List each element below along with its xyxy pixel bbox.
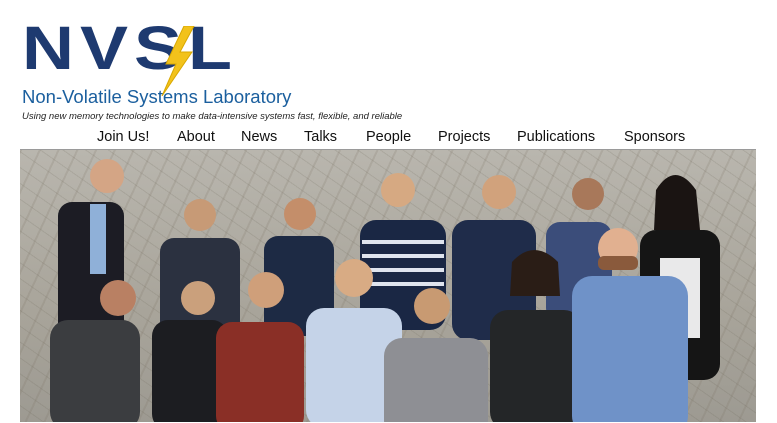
group-photo [20, 150, 756, 422]
nav-sponsors[interactable]: Sponsors [624, 129, 685, 145]
nav-projects[interactable]: Projects [438, 129, 490, 145]
nav-join-us[interactable]: Join Us! [97, 129, 149, 145]
logo-lab-name: Non-Volatile Systems Laboratory [22, 86, 292, 107]
logo-letters: NVSL [22, 14, 239, 83]
nav-news[interactable]: News [241, 129, 277, 145]
group-photo-illustration [50, 159, 720, 422]
nav-people[interactable]: People [366, 129, 411, 145]
nav-about[interactable]: About [177, 129, 215, 145]
nav-publications[interactable]: Publications [517, 129, 595, 145]
main-nav: Join Us! About News Talks People Project… [20, 129, 756, 150]
site-logo[interactable]: NVSL Non-Volatile Systems Laboratory [22, 18, 332, 110]
tagline: Using new memory technologies to make da… [22, 111, 403, 122]
nav-talks[interactable]: Talks [304, 129, 337, 145]
